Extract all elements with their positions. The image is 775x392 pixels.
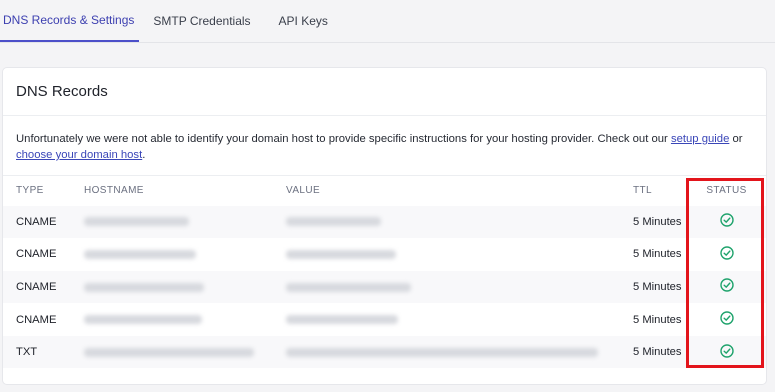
notice-end: . — [142, 149, 146, 161]
redacted-hostname — [84, 347, 254, 357]
tab-bar: DNS Records & Settings SMTP Credentials … — [0, 0, 775, 43]
record-hostname — [84, 205, 286, 239]
record-hostname — [84, 270, 286, 304]
record-status — [687, 238, 766, 271]
check-circle-icon — [719, 311, 734, 328]
notice-or: or — [729, 133, 743, 145]
record-hostname — [84, 303, 286, 336]
tab-smtp-credentials[interactable]: SMTP Credentials — [139, 0, 264, 42]
header-value: VALUE — [286, 175, 633, 206]
dns-records-table: TYPE HOSTNAME VALUE TTL STATUS CNAME 5 Mi… — [3, 175, 766, 369]
header-ttl: TTL — [633, 175, 687, 206]
card-title: DNS Records — [3, 68, 766, 116]
record-value — [286, 238, 633, 271]
choose-domain-host-link[interactable]: choose your domain host — [16, 149, 142, 161]
record-ttl: 5 Minutes — [633, 313, 682, 326]
redacted-value — [286, 249, 396, 259]
check-circle-icon — [719, 343, 734, 361]
redacted-hostname — [84, 282, 204, 292]
check-circle-icon — [719, 246, 734, 263]
redacted-hostname — [84, 315, 202, 325]
record-value — [286, 270, 633, 304]
tab-dns-records-settings[interactable]: DNS Records & Settings — [0, 0, 140, 42]
notice-body: Unfortunately we were not able to identi… — [16, 133, 671, 145]
table-header-row: TYPE HOSTNAME VALUE TTL STATUS — [3, 175, 766, 206]
redacted-value — [286, 315, 398, 325]
record-status — [687, 205, 766, 239]
redacted-hostname — [84, 249, 196, 259]
record-ttl: 5 Minutes — [633, 205, 687, 239]
table-row: CNAME 5 Minutes — [3, 303, 766, 336]
setup-guide-link[interactable]: setup guide — [671, 133, 729, 145]
header-hostname: HOSTNAME — [84, 175, 286, 206]
record-status — [687, 270, 766, 304]
record-value — [286, 303, 633, 336]
redacted-value — [286, 217, 381, 227]
redacted-value — [286, 347, 598, 357]
redacted-value — [286, 282, 411, 292]
record-type: TXT — [3, 335, 84, 369]
record-value — [286, 335, 633, 369]
record-status — [687, 303, 766, 336]
header-status: STATUS — [687, 175, 766, 206]
record-status — [687, 335, 766, 369]
notice-text: Unfortunately we were not able to identi… — [3, 116, 766, 175]
record-hostname — [84, 335, 286, 369]
check-circle-icon — [719, 278, 734, 295]
table-row: CNAME 5 Minutes — [3, 238, 766, 271]
check-circle-icon — [719, 213, 734, 230]
header-type: TYPE — [3, 175, 84, 206]
record-type: CNAME — [16, 248, 57, 261]
redacted-hostname — [84, 217, 189, 227]
record-type: CNAME — [16, 313, 57, 326]
record-ttl: 5 Minutes — [633, 335, 687, 369]
dns-records-card: DNS Records Unfortunately we were not ab… — [2, 67, 767, 385]
record-type: CNAME — [3, 270, 84, 304]
tab-api-keys[interactable]: API Keys — [265, 0, 342, 42]
record-type: CNAME — [3, 205, 84, 239]
record-ttl: 5 Minutes — [633, 248, 682, 261]
record-hostname — [84, 238, 286, 271]
table-row: CNAME 5 Minutes — [3, 205, 766, 239]
table-row: CNAME 5 Minutes — [3, 270, 766, 304]
table-row: TXT 5 Minutes — [3, 335, 766, 369]
record-value — [286, 205, 633, 239]
record-ttl: 5 Minutes — [633, 270, 687, 304]
